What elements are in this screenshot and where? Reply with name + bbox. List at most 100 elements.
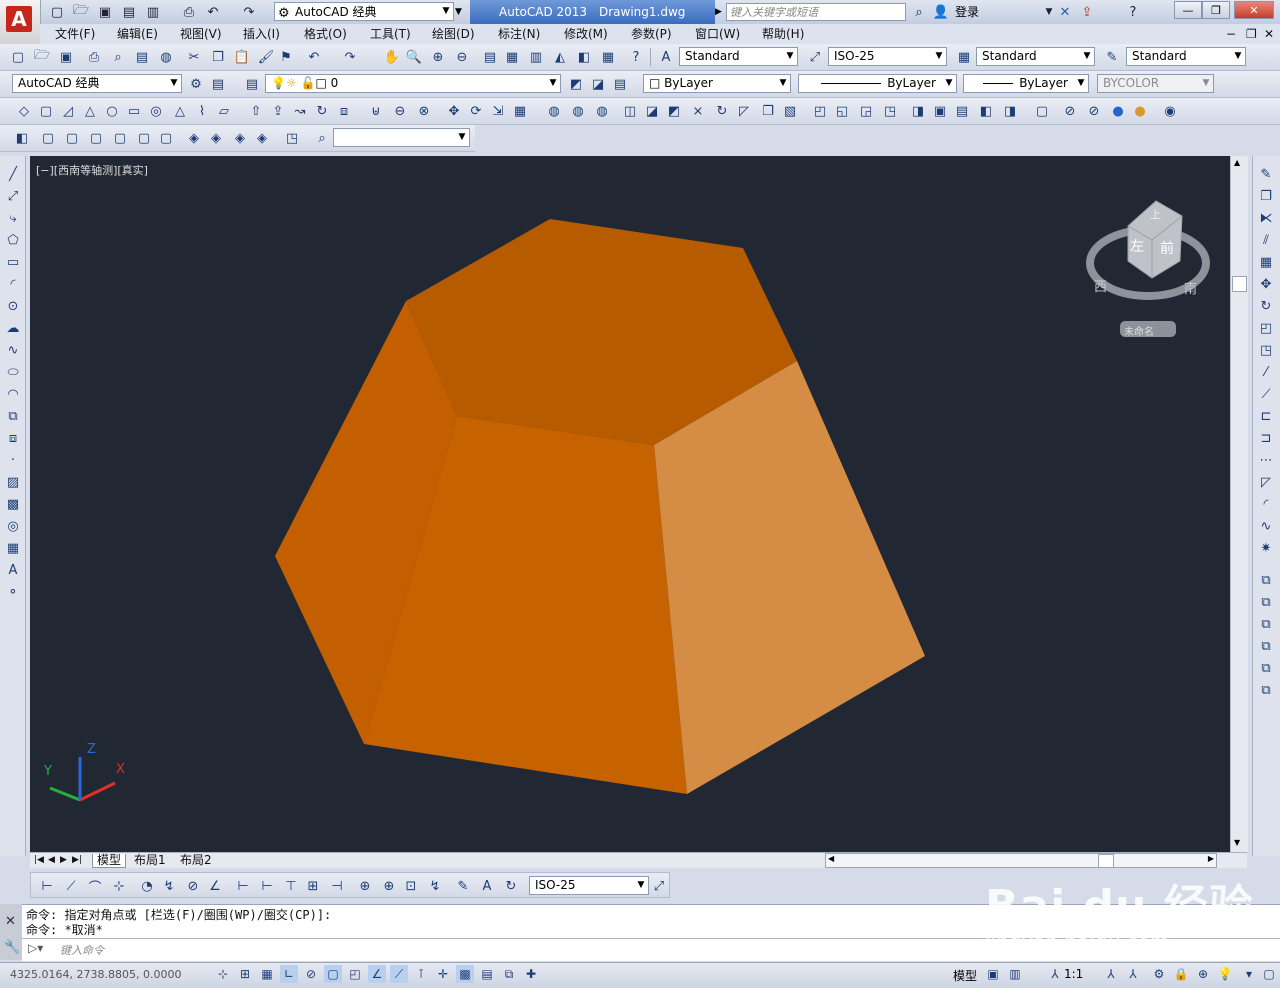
center-mark-icon[interactable]: ⊕ <box>379 876 399 896</box>
3d-rotate-icon[interactable]: ⟳ <box>466 101 486 121</box>
plotstyle-control-select[interactable]: BYCOLOR ▼ <box>1097 74 1214 93</box>
3d-dwf-icon[interactable]: ◍ <box>156 47 176 67</box>
markup-icon[interactable]: ◧ <box>574 47 594 67</box>
new-file-icon[interactable]: ▢ <box>48 3 66 21</box>
dimension-update-icon[interactable]: ↻ <box>501 876 521 896</box>
extrude-faces-icon[interactable]: ◫ <box>620 101 640 121</box>
extrude-icon[interactable]: ⇧ <box>246 101 266 121</box>
blend-curves-icon[interactable]: ∿ <box>1256 516 1276 536</box>
tab-model[interactable]: 模型 <box>92 854 127 868</box>
menu-parametric[interactable]: 参数(P) <box>631 26 672 42</box>
construction-line-icon[interactable]: ⤢ <box>3 186 23 206</box>
print-icon[interactable]: ⎙ <box>84 47 104 67</box>
realistic-icon[interactable]: ● <box>1108 101 1128 121</box>
layer-state-icon[interactable]: ▤ <box>208 74 228 94</box>
dimbar-style-select[interactable]: ISO-25 ▼ <box>529 876 649 895</box>
mirror-icon[interactable]: ⧔ <box>1256 208 1276 228</box>
chamfer-icon[interactable]: ◸ <box>1256 472 1276 492</box>
solid-edit-union-icon[interactable]: ◍ <box>544 101 564 121</box>
sphere-icon[interactable]: ○ <box>102 101 122 121</box>
make-block-icon[interactable]: ⧈ <box>3 428 23 448</box>
search-input[interactable]: 键入关键字或短语 <box>726 3 906 21</box>
tab-layout1[interactable]: 布局1 <box>134 854 166 867</box>
section-icon[interactable]: ◨ <box>1000 101 1020 121</box>
menu-modify[interactable]: 修改(M) <box>564 26 608 42</box>
mdi-minimize-button[interactable]: − <box>1226 26 1236 42</box>
inspection-icon[interactable]: ⊡ <box>401 876 421 896</box>
exchange-icon[interactable]: ✕ <box>1056 3 1074 21</box>
scale-icon[interactable]: ◰ <box>1256 318 1276 338</box>
continue-dimension-icon[interactable]: ⊤ <box>281 876 301 896</box>
menu-draw[interactable]: 绘图(D) <box>432 26 475 42</box>
save-icon[interactable]: ▣ <box>56 47 76 67</box>
region-icon[interactable]: ◎ <box>3 516 23 536</box>
cylinder-icon[interactable]: ▭ <box>124 101 144 121</box>
subtract-icon[interactable]: ⊖ <box>390 101 410 121</box>
dimension-edit-icon[interactable]: ✎ <box>453 876 473 896</box>
color-faces-icon[interactable]: ▧ <box>780 101 800 121</box>
break-at-point-icon[interactable]: ⊏ <box>1256 406 1276 426</box>
quick-view-drawings-icon[interactable]: ▥ <box>1006 965 1024 983</box>
taper-faces-icon[interactable]: ◸ <box>734 101 754 121</box>
isolate-objects-icon[interactable]: 💡 <box>1216 965 1234 983</box>
lineweight-icon[interactable]: ✛ <box>434 965 452 983</box>
workspace-settings-icon[interactable]: ⚙ <box>186 74 206 94</box>
quick-dimension-icon[interactable]: ⊢ <box>233 876 253 896</box>
save-as-icon[interactable]: ▤ <box>120 3 138 21</box>
hatch-to-back-icon[interactable]: ⧉ <box>1256 680 1276 700</box>
angular-dimension-icon[interactable]: ∠ <box>205 876 225 896</box>
fillet-icon[interactable]: ◜ <box>1256 494 1276 514</box>
pyramid-icon[interactable]: △ <box>170 101 190 121</box>
gradient-icon[interactable]: ▩ <box>3 494 23 514</box>
redo-icon[interactable]: ↷ <box>240 3 258 21</box>
solid-edit-intersect-icon[interactable]: ◍ <box>592 101 612 121</box>
layer-select[interactable]: 💡☼ 🔓□ 0 ▼ <box>265 74 561 93</box>
tolerance-icon[interactable]: ⊕ <box>355 876 375 896</box>
hatch-icon[interactable]: ▨ <box>3 472 23 492</box>
offset-faces-icon[interactable]: ◩ <box>664 101 684 121</box>
draw-order-back-icon[interactable]: ⧉ <box>1256 592 1276 612</box>
jogged-dimension-icon[interactable]: ↯ <box>159 876 179 896</box>
tab-prev-arrow[interactable]: ◀ <box>48 854 55 867</box>
ne-isometric-icon[interactable]: ◈ <box>230 128 250 148</box>
dynamic-ucs-icon[interactable]: ⟋ <box>390 965 408 983</box>
move-faces-icon[interactable]: ◪ <box>642 101 662 121</box>
sweep-icon[interactable]: ↝ <box>290 101 310 121</box>
arc-length-icon[interactable]: ⌒ <box>85 876 105 896</box>
rotate-icon[interactable]: ↻ <box>1256 296 1276 316</box>
helix-icon[interactable]: ⌇ <box>192 101 212 121</box>
union-icon[interactable]: ⊎ <box>366 101 386 121</box>
workspace-switching-icon[interactable]: ⚙ <box>1150 965 1168 983</box>
menu-view[interactable]: 视图(V) <box>180 26 222 42</box>
text-style-select[interactable]: Standard ▼ <box>679 47 798 66</box>
infer-constraints-icon[interactable]: ⊹ <box>214 965 232 983</box>
send-under-icon[interactable]: ⧉ <box>1256 636 1276 656</box>
vertical-scroll-thumb[interactable] <box>1232 276 1247 292</box>
polygon-icon[interactable]: ⬠ <box>3 230 23 250</box>
check-icon[interactable]: ▤ <box>952 101 972 121</box>
offset-icon[interactable]: ⫽ <box>1256 230 1276 250</box>
torus-icon[interactable]: ◎ <box>146 101 166 121</box>
cut-icon[interactable]: ✂ <box>184 47 204 67</box>
solid-edit-subtract-icon[interactable]: ◍ <box>568 101 588 121</box>
shell-icon[interactable]: ▣ <box>930 101 950 121</box>
mdi-close-button[interactable]: ✕ <box>1264 26 1274 42</box>
ordinate-dimension-icon[interactable]: ⊹ <box>109 876 129 896</box>
viewport-controls-label[interactable]: [−][西南等轴测][真实] <box>36 162 148 178</box>
search-expand-icon[interactable]: ▶ <box>715 3 725 21</box>
join-icon[interactable]: ⋯ <box>1256 450 1276 470</box>
dimension-style-manager-icon[interactable]: ⤢ <box>649 876 669 896</box>
planar-surface-icon[interactable]: ▱ <box>214 101 234 121</box>
pan-icon[interactable]: ✋ <box>382 47 402 67</box>
insert-block-icon[interactable]: ⧉ <box>3 406 23 426</box>
polar-tracking-icon[interactable]: ⊘ <box>302 965 320 983</box>
horizontal-scroll-thumb[interactable] <box>1098 854 1114 868</box>
menu-tools[interactable]: 工具(T) <box>370 26 411 42</box>
match-properties-icon[interactable]: 🖌 <box>256 47 276 67</box>
plot-preview-icon[interactable]: ⌕ <box>108 47 128 67</box>
baseline-dimension-icon[interactable]: ⊢ <box>257 876 277 896</box>
selection-cycling-icon[interactable]: ⧉ <box>500 965 518 983</box>
menu-dimension[interactable]: 标注(N) <box>498 26 540 42</box>
delete-faces-icon[interactable]: ⨯ <box>688 101 708 121</box>
menu-insert[interactable]: 插入(I) <box>243 26 280 42</box>
